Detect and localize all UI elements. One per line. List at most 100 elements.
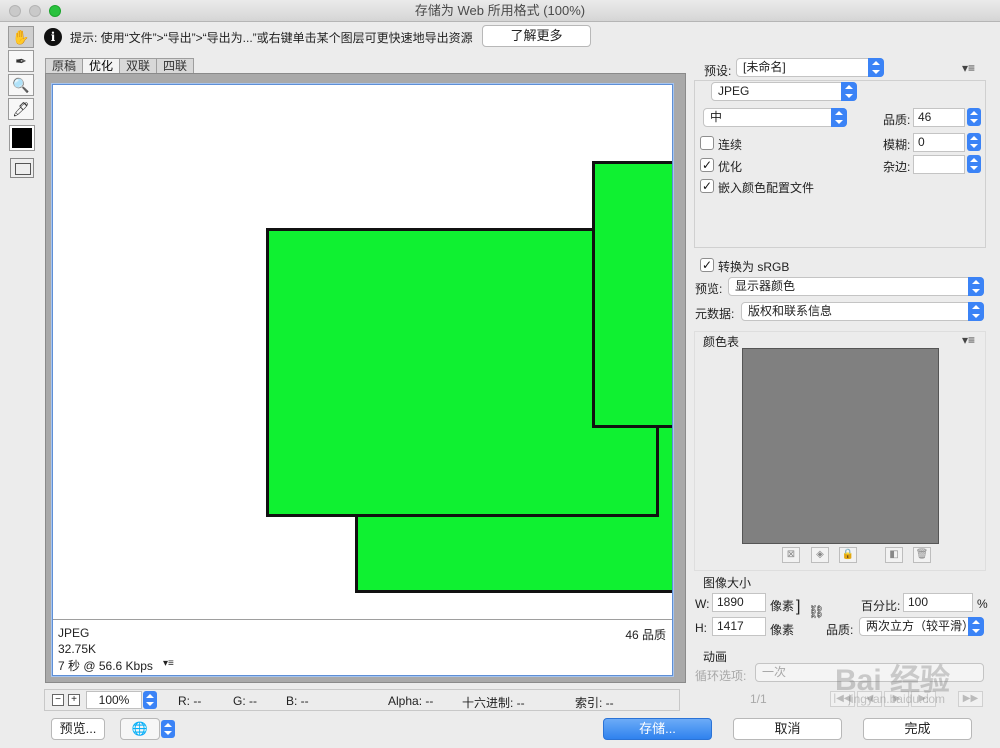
image-quality: 46 品质 <box>625 628 666 642</box>
green-readout: G: -- <box>233 694 257 708</box>
view-tabs: 原稿 优化 双联 四联 <box>45 58 195 74</box>
preset-value: [未命名] <box>743 60 786 74</box>
optimize-menu-icon[interactable]: ▾≡ <box>962 61 975 75</box>
browser-select-stepper[interactable] <box>161 720 175 738</box>
matte-label: 杂边: <box>883 160 911 174</box>
save-button[interactable]: 存储... <box>603 718 712 740</box>
image-size-title: 图像大小 <box>703 576 752 590</box>
quality-field[interactable]: 46 <box>913 108 965 127</box>
resample-quality-value: 两次立方（较平滑） <box>866 619 975 633</box>
close-window-button[interactable] <box>9 5 21 17</box>
green-rectangle-right <box>592 161 672 428</box>
learn-more-button[interactable]: 了解更多 <box>482 25 591 47</box>
browser-preview-icon[interactable]: 🌐 <box>120 718 160 740</box>
width-field[interactable]: 1890 <box>712 593 766 612</box>
maximize-window-button[interactable] <box>49 5 61 17</box>
blur-label: 模糊: <box>883 138 911 152</box>
last-frame-icon[interactable]: ▶▶ <box>958 691 983 707</box>
window-title: 存储为 Web 所用格式 (100%) <box>414 3 586 18</box>
zoom-level-field[interactable]: 100% <box>86 691 142 709</box>
trash-icon[interactable]: 🗑 <box>913 547 931 563</box>
preview-button[interactable]: 预览... <box>51 718 105 740</box>
tab-4-up[interactable]: 四联 <box>156 58 195 74</box>
zoom-out-button[interactable]: − <box>52 694 64 706</box>
convert-srgb-checkbox[interactable]: ✓ <box>700 258 714 272</box>
metadata-select[interactable]: 版权和联系信息 <box>741 302 984 321</box>
height-field[interactable]: 1417 <box>712 617 766 636</box>
optimized-checkbox[interactable]: ✓ <box>700 158 714 172</box>
progressive-label: 连续 <box>718 138 743 152</box>
height-label: H: <box>695 621 707 635</box>
tab-2-up[interactable]: 双联 <box>119 58 158 74</box>
zoom-tool-icon[interactable]: 🔍 <box>8 74 34 96</box>
percent-unit: % <box>977 597 988 611</box>
resample-quality-label: 品质: <box>826 623 854 637</box>
preview-label: 预览: <box>695 282 723 296</box>
matte-field[interactable] <box>913 155 965 174</box>
red-readout: R: -- <box>178 694 202 708</box>
progressive-checkbox[interactable] <box>700 136 714 150</box>
hex-readout: 十六进制: -- <box>462 696 525 710</box>
metadata-value: 版权和联系信息 <box>748 304 833 318</box>
zoom-stepper[interactable] <box>143 691 157 709</box>
width-label: W: <box>695 597 710 611</box>
quality-stepper[interactable] <box>967 108 981 126</box>
animation-title: 动画 <box>703 650 728 664</box>
compression-quality-select[interactable]: 中 <box>703 108 847 127</box>
image-info-area: JPEG 32.75K 7 秒 @ 56.6 Kbps ▾≡ 46 品质 <box>53 620 672 675</box>
tab-optimized[interactable]: 优化 <box>82 58 121 74</box>
chevron-updown-icon <box>968 302 984 321</box>
preset-label: 预设: <box>704 64 732 78</box>
chevron-updown-icon <box>868 58 884 77</box>
tab-original[interactable]: 原稿 <box>45 58 84 74</box>
new-color-icon[interactable]: ◧ <box>885 547 903 563</box>
minimize-window-button[interactable] <box>29 5 41 17</box>
preview-pane[interactable]: JPEG 32.75K 7 秒 @ 56.6 Kbps ▾≡ 46 品质 <box>52 84 673 676</box>
baidu-watermark-url: jingyan.baidu.com <box>848 692 945 706</box>
embed-profile-label: 嵌入颜色配置文件 <box>718 181 815 195</box>
chevron-updown-icon <box>968 277 984 296</box>
eyedropper-color-swatch[interactable] <box>9 125 35 151</box>
color-table-menu-icon[interactable]: ▾≡ <box>962 333 975 347</box>
constrain-bracket-icon: ] <box>796 598 801 615</box>
lock-color-icon[interactable]: 🔒 <box>839 547 857 563</box>
slice-select-tool-icon[interactable]: ✒ <box>8 50 34 72</box>
preview-color-select[interactable]: 显示器颜色 <box>728 277 984 296</box>
cancel-button[interactable]: 取消 <box>733 718 842 740</box>
chevron-updown-icon <box>841 82 857 101</box>
hint-bar: i 提示: 使用“文件”>“导出”>“导出为...”或右键单击某个图层可更快速地… <box>44 26 473 48</box>
height-unit: 像素 <box>770 623 795 637</box>
zoom-in-button[interactable]: + <box>68 694 80 706</box>
matte-stepper[interactable] <box>967 155 981 173</box>
loop-options-label: 循环选项: <box>695 669 747 683</box>
chevron-updown-icon <box>968 617 984 636</box>
chevron-updown-icon <box>831 108 847 127</box>
blue-readout: B: -- <box>286 694 309 708</box>
preset-select[interactable]: [未命名] <box>736 58 884 77</box>
embed-profile-checkbox[interactable]: ✓ <box>700 179 714 193</box>
blur-field[interactable]: 0 <box>913 133 965 152</box>
hand-tool-icon[interactable]: ✋ <box>8 26 34 48</box>
eyedropper-tool-icon[interactable]: 🖊 <box>8 98 34 120</box>
blur-stepper[interactable] <box>967 133 981 151</box>
file-format-select[interactable]: JPEG <box>711 82 857 101</box>
resample-quality-select[interactable]: 两次立方（较平滑） <box>859 617 984 636</box>
link-icon[interactable]: ⛓ <box>808 604 825 620</box>
percent-field[interactable]: 100 <box>903 593 973 612</box>
alpha-readout: Alpha: -- <box>388 694 434 708</box>
toggle-slices-icon[interactable] <box>10 158 34 178</box>
map-color-icon[interactable]: ⊠ <box>782 547 800 563</box>
download-speed-menu-icon[interactable]: ▾≡ <box>163 658 174 669</box>
percent-label: 百分比: <box>861 599 901 613</box>
document-preview[interactable] <box>53 85 672 620</box>
image-format: JPEG <box>58 626 90 640</box>
web-shift-icon[interactable]: ◈ <box>811 547 829 563</box>
download-time: 7 秒 @ 56.6 Kbps <box>58 659 153 673</box>
convert-srgb-label: 转换为 sRGB <box>718 260 790 274</box>
metadata-label: 元数据: <box>695 307 735 321</box>
preview-color-value: 显示器颜色 <box>735 279 796 293</box>
quality-label: 品质: <box>883 113 911 127</box>
status-bar: − + 100% R: -- G: -- B: -- Alpha: -- 十六进… <box>44 689 680 711</box>
done-button[interactable]: 完成 <box>863 718 972 740</box>
frame-counter: 1/1 <box>750 692 767 706</box>
